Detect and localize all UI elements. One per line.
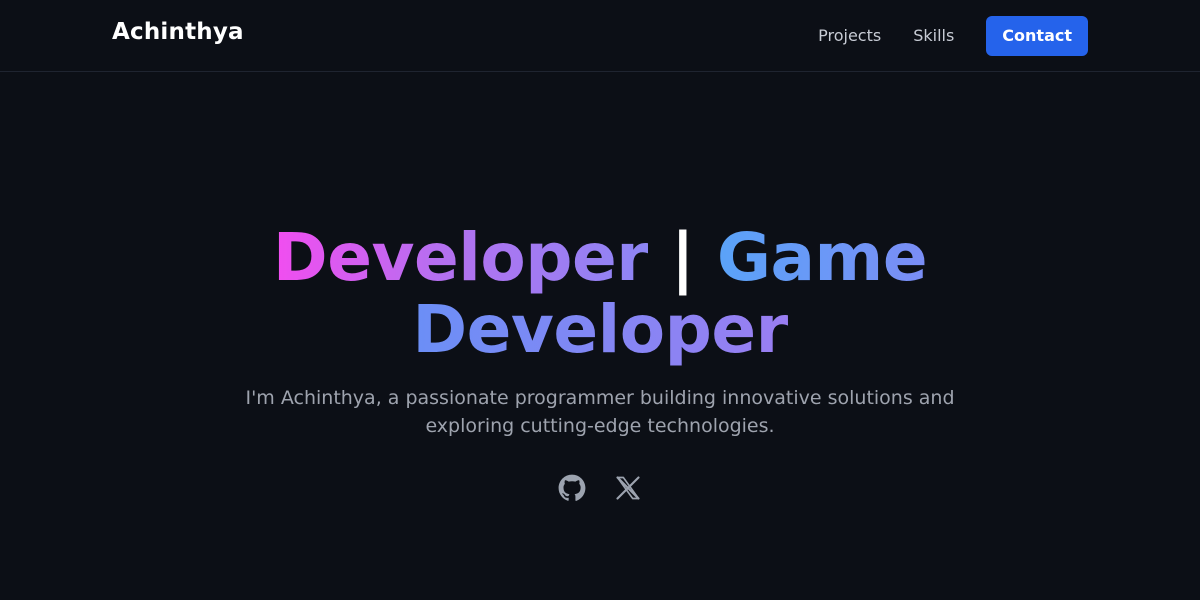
x-link[interactable] xyxy=(612,472,644,504)
nav-skills-link[interactable]: Skills xyxy=(913,16,954,56)
headline-developer: Developer xyxy=(272,219,649,296)
hero-tagline: I'm Achinthya, a passionate programmer b… xyxy=(245,387,955,437)
github-icon xyxy=(558,474,586,501)
headline-separator: | xyxy=(670,219,695,296)
headline-developer-line2: Developer xyxy=(412,291,788,368)
headline-game: Game xyxy=(716,219,928,296)
github-link[interactable] xyxy=(556,472,588,504)
social-links xyxy=(0,472,1200,504)
nav-menu: Projects Skills Contact xyxy=(818,16,1088,56)
brand-logo-link[interactable]: Achinthya xyxy=(112,19,244,45)
top-navbar: Achinthya Projects Skills Contact xyxy=(0,0,1200,72)
contact-button[interactable]: Contact xyxy=(986,16,1088,56)
hero-section: Developer | Game Developer I'm Achinthya… xyxy=(0,222,1200,504)
x-icon xyxy=(616,476,640,500)
page: Achinthya Projects Skills Contact Develo… xyxy=(0,0,1200,600)
hero-headline: Developer | Game Developer xyxy=(0,222,1200,366)
nav-projects-link[interactable]: Projects xyxy=(818,16,881,56)
